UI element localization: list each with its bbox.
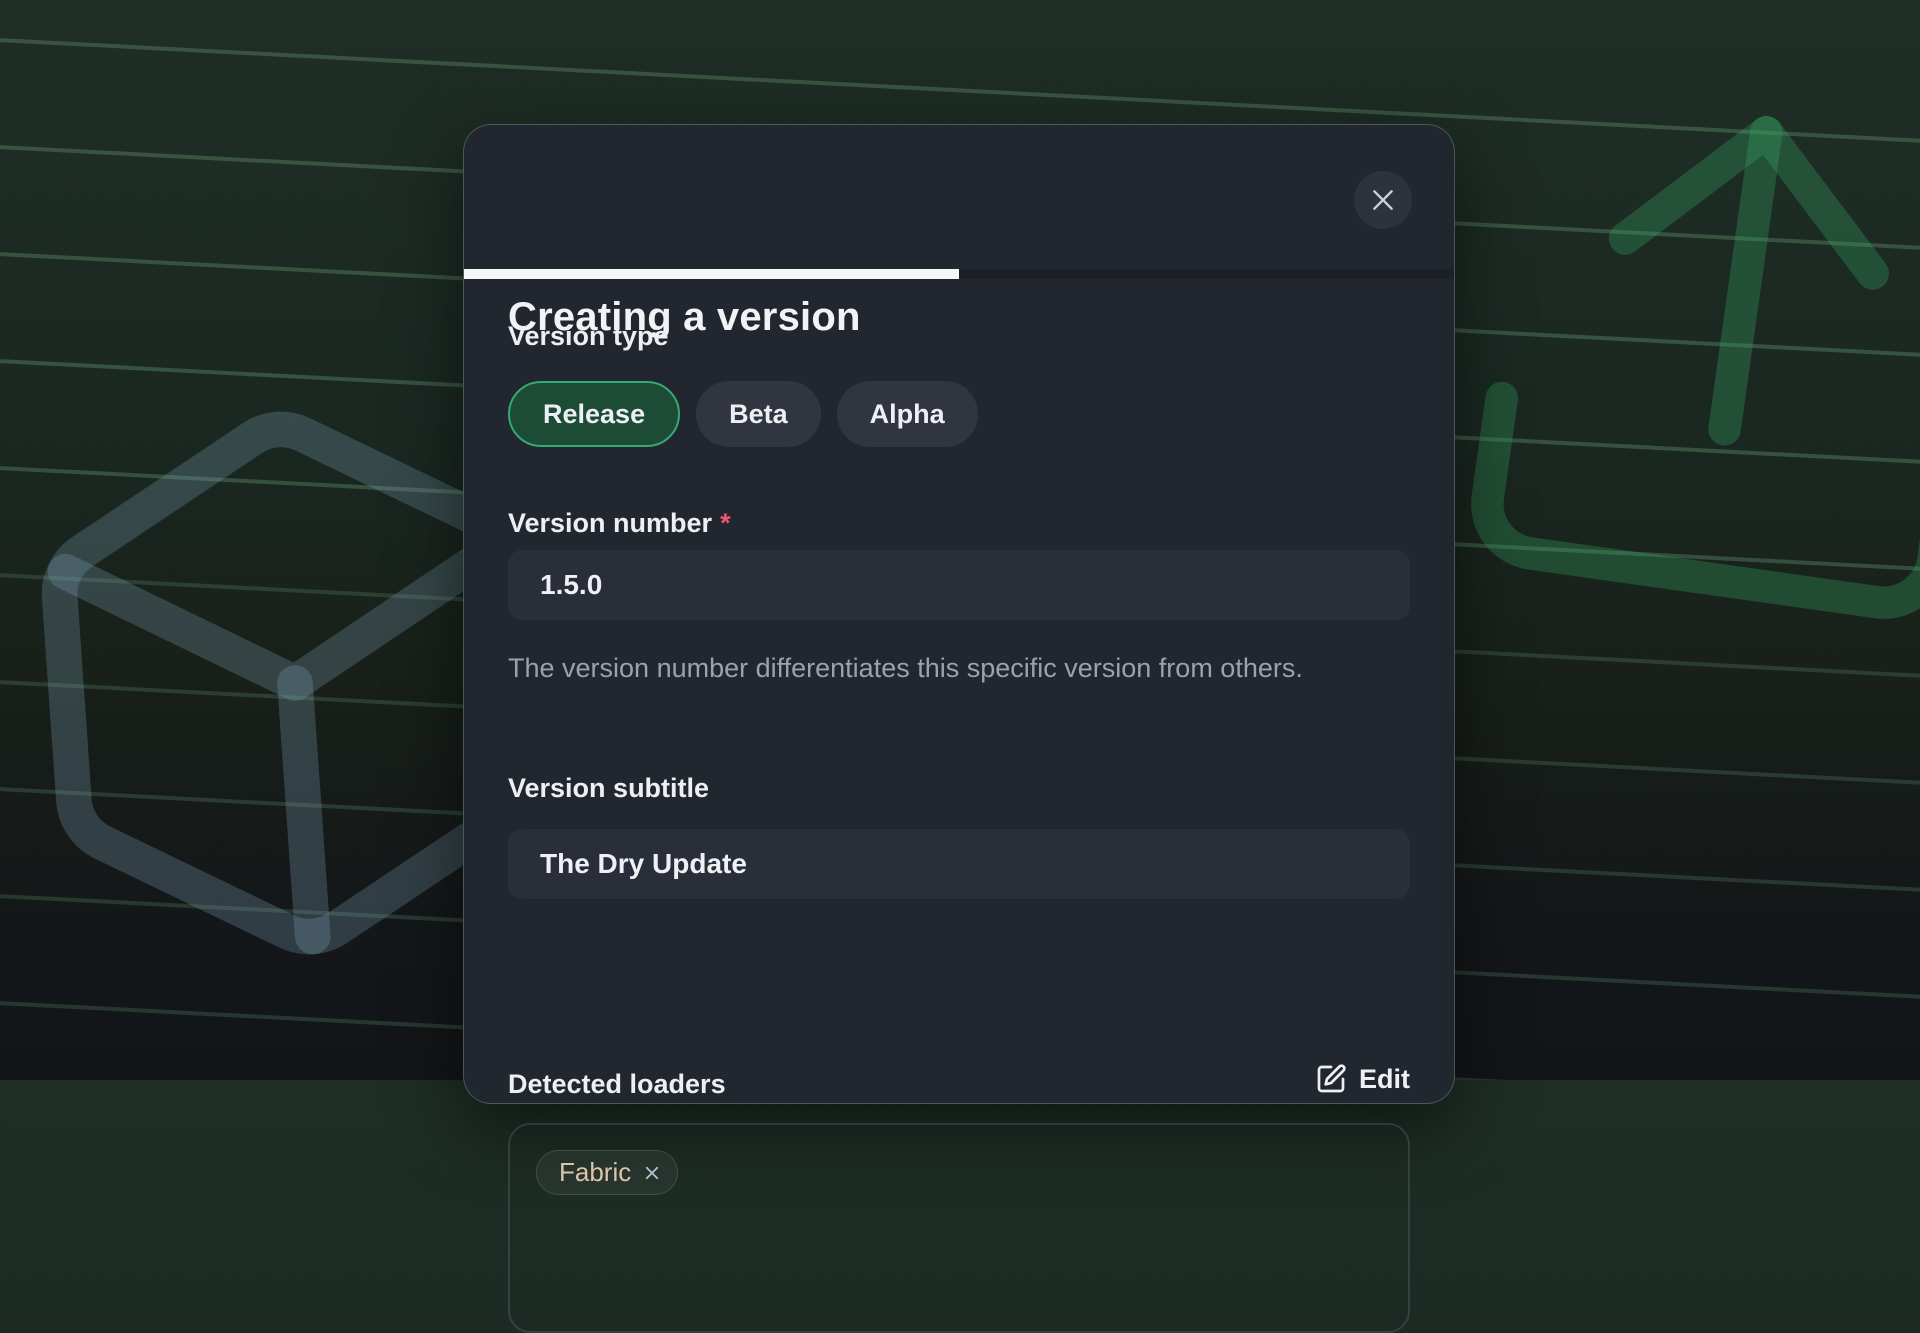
version-type-label: Version type xyxy=(508,321,669,352)
version-type-alpha[interactable]: Alpha xyxy=(837,381,978,447)
remove-loader-button[interactable] xyxy=(643,1164,661,1182)
progress-fill xyxy=(464,269,959,279)
version-number-label: Version number* xyxy=(508,508,731,539)
version-subtitle-input[interactable] xyxy=(508,829,1410,899)
detected-loaders-label: Detected loaders xyxy=(508,1069,726,1100)
version-type-beta[interactable]: Beta xyxy=(696,381,821,447)
version-subtitle-label: Version subtitle xyxy=(508,773,709,804)
creating-version-dialog: Creating a version Version type Release … xyxy=(463,124,1455,1104)
step-progress-bar xyxy=(464,269,1454,279)
upload-arrow-icon xyxy=(1396,16,1920,694)
close-icon xyxy=(1370,187,1396,213)
detected-loaders-box: Fabric xyxy=(508,1123,1410,1333)
required-asterisk: * xyxy=(720,508,731,538)
edit-label: Edit xyxy=(1359,1064,1410,1095)
version-type-release[interactable]: Release xyxy=(508,381,680,447)
loader-chip-label: Fabric xyxy=(559,1157,631,1188)
square-pen-icon xyxy=(1315,1063,1347,1095)
version-number-help: The version number differentiates this s… xyxy=(508,646,1303,690)
loader-chip-fabric: Fabric xyxy=(536,1150,678,1195)
close-button[interactable] xyxy=(1354,171,1412,229)
x-icon xyxy=(643,1164,661,1182)
version-type-options: Release Beta Alpha xyxy=(508,381,978,447)
version-number-input[interactable] xyxy=(508,550,1410,620)
edit-loaders-button[interactable]: Edit xyxy=(1315,1063,1410,1095)
